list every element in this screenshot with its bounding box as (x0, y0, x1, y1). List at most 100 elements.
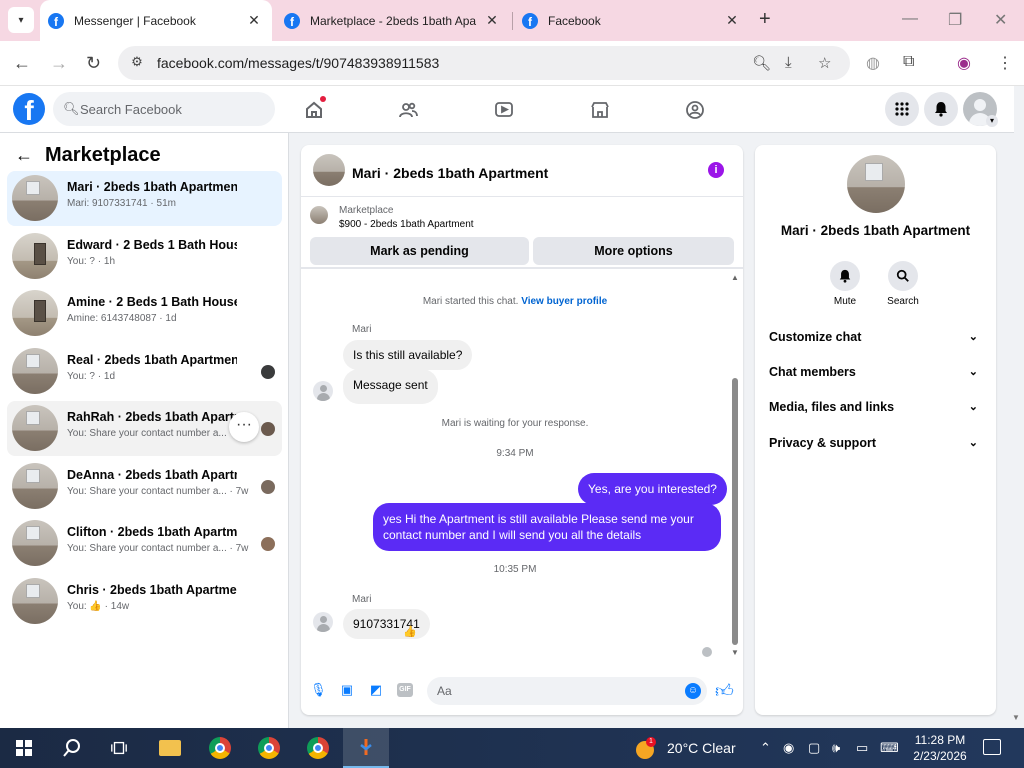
record-icon[interactable]: ◉ (783, 740, 794, 756)
system-clock[interactable]: 11:28 PM 2/23/2026 (905, 732, 975, 764)
chrome-icon[interactable] (295, 728, 341, 768)
search-icon[interactable] (49, 728, 95, 768)
minimize-icon[interactable]: — (902, 10, 918, 28)
tab-messenger[interactable]: f Messenger | Facebook ✕ (40, 0, 272, 41)
profile-icon[interactable]: ◉ (957, 53, 971, 73)
scrollbar[interactable]: ▲ ▼ (729, 273, 741, 657)
page-scroll-down-icon[interactable]: ▼ (1012, 713, 1020, 722)
file-explorer-icon[interactable] (147, 728, 193, 768)
listing-price-title[interactable]: $900 - 2beds 1bath Apartment (339, 219, 474, 230)
privacy-support-section[interactable]: Privacy & support ⌄ (761, 427, 990, 461)
conversation-item[interactable]: RahRah · 2beds 1bath Apartment You: Shar… (7, 401, 282, 456)
info-icon[interactable]: i (708, 162, 724, 178)
chevron-down-icon: ⌄ (968, 401, 978, 413)
notifications-bell-icon[interactable] (924, 92, 958, 126)
zoom-icon[interactable]: 🔍︎ (752, 54, 771, 72)
weather-text[interactable]: 20°C Clear (667, 740, 736, 756)
search-in-conversation-button[interactable]: Search (873, 261, 933, 307)
restore-icon[interactable]: ❐ (948, 10, 962, 30)
conversation-name: Clifton · 2beds 1bath Apartment (67, 525, 237, 539)
forward-icon[interactable]: → (50, 53, 68, 74)
view-buyer-profile-link[interactable]: View buyer profile (521, 296, 607, 307)
scroll-down-icon[interactable]: ▼ (731, 648, 739, 657)
tab-facebook[interactable]: f Facebook ✕ (514, 0, 750, 41)
media-files-links-section[interactable]: Media, files and links ⌄ (761, 391, 990, 425)
active-app-icon[interactable] (343, 728, 389, 768)
video-icon[interactable] (492, 98, 516, 122)
facebook-logo[interactable]: f (13, 93, 45, 125)
weather-icon[interactable]: 1 (634, 737, 658, 759)
microphone-icon[interactable]: 🎙︎ (310, 682, 327, 698)
search-label: Search (887, 296, 919, 307)
conversation-item[interactable]: Chris · 2beds 1bath Apartment You: 👍 · 1… (7, 574, 282, 629)
camera-icon[interactable]: ▢ (808, 740, 820, 756)
bookmark-star-icon[interactable]: ☆ (818, 54, 831, 72)
sticker-icon[interactable]: ◩ (368, 682, 384, 698)
facebook-favicon-icon: f (284, 12, 300, 29)
close-window-icon[interactable]: ✕ (994, 10, 1007, 30)
conversation-item[interactable]: Mari · 2beds 1bath Apartment Mari: 91073… (7, 171, 282, 226)
mark-as-pending-button[interactable]: Mark as pending (310, 237, 529, 265)
back-icon[interactable]: ← (13, 53, 31, 74)
mute-button[interactable]: Mute (815, 261, 875, 307)
chrome-icon[interactable] (197, 728, 243, 768)
notification-center-icon[interactable] (983, 739, 1001, 755)
conversation-item[interactable]: Edward · 2 Beds 1 Bath House You: ? · 1h (7, 229, 282, 284)
more-options-icon[interactable]: ··· (229, 412, 259, 442)
friends-icon[interactable] (396, 98, 420, 122)
chat-members-section[interactable]: Chat members ⌄ (761, 356, 990, 390)
conversation-item[interactable]: Amine · 2 Beds 1 Bath House Amine: 61437… (7, 286, 282, 341)
extensions-icon[interactable]: ⧉ (903, 53, 914, 71)
windows-start-icon[interactable] (16, 740, 32, 756)
task-view-icon[interactable] (96, 728, 142, 768)
gif-icon[interactable]: GIF (397, 683, 413, 697)
new-tab-icon[interactable]: + (759, 8, 771, 31)
chevron-down-icon[interactable]: ▾ (986, 115, 998, 127)
incoming-message: Message sent (343, 369, 438, 404)
seen-avatar (261, 422, 275, 436)
conversation-preview: You: Share your contact number a... · 7w (67, 486, 249, 497)
close-tab-icon[interactable]: ✕ (724, 12, 740, 29)
reload-icon[interactable]: ↻ (86, 53, 101, 74)
close-tab-icon[interactable]: ✕ (246, 12, 262, 29)
timestamp: 10:35 PM (493, 564, 537, 575)
facebook-search[interactable]: 🔍︎ Search Facebook (53, 92, 275, 126)
translate-icon[interactable]: ◍ (866, 53, 880, 73)
conversation-item[interactable]: Clifton · 2beds 1bath Apartment You: Sha… (7, 516, 282, 571)
marketplace-icon[interactable] (588, 98, 612, 122)
chat-started-text: Mari started this chat. (422, 296, 519, 307)
groups-icon[interactable] (683, 98, 707, 122)
sidebar-title: Marketplace (45, 144, 161, 166)
conversation-avatar[interactable] (847, 155, 905, 213)
photo-icon[interactable]: ▣ (339, 682, 355, 698)
emoji-icon[interactable]: ☺ (685, 683, 701, 699)
clock-date: 2/23/2026 (913, 749, 967, 763)
message-input[interactable] (427, 677, 707, 705)
url-text[interactable]: facebook.com/messages/t/907483938911583 (157, 55, 439, 71)
tab-search-button[interactable]: ▾ (8, 7, 34, 33)
scroll-up-icon[interactable]: ▲ (731, 273, 739, 282)
conversation-item[interactable]: Real · 2beds 1bath Apartment You: ? · 1d (7, 344, 282, 399)
network-icon[interactable]: ▭ (856, 740, 868, 756)
menu-grid-icon[interactable] (885, 92, 919, 126)
close-tab-icon[interactable]: ✕ (484, 12, 500, 29)
keyboard-icon[interactable]: ⌨ (880, 740, 899, 756)
tab-marketplace[interactable]: f Marketplace - 2beds 1bath Apa ✕ (276, 0, 510, 41)
more-options-button[interactable]: More options (533, 237, 734, 265)
scrollbar-thumb[interactable] (732, 378, 738, 645)
address-bar[interactable]: ⚙ facebook.com/messages/t/90748393891158… (118, 46, 850, 80)
site-info-icon[interactable]: ⚙ (128, 54, 146, 72)
search-icon: 🔍︎ (63, 101, 80, 116)
listing-thumbnail[interactable] (310, 206, 328, 224)
menu-icon[interactable]: ⋮ (997, 53, 1013, 73)
conversation-item[interactable]: DeAnna · 2beds 1bath Apartment You: Shar… (7, 459, 282, 514)
volume-icon[interactable]: 🕪︎ (832, 740, 840, 756)
chat-avatar[interactable] (313, 154, 345, 186)
customize-chat-section[interactable]: Customize chat ⌄ (761, 321, 990, 355)
back-arrow-icon[interactable]: ← (15, 145, 33, 166)
tray-chevron-icon[interactable]: ⌃ (760, 740, 771, 756)
chrome-icon[interactable] (246, 728, 292, 768)
install-app-icon[interactable]: ⤓ (785, 54, 792, 71)
thumbs-up-send-icon[interactable]: 👍︎ (715, 680, 734, 702)
chat-title[interactable]: Mari · 2beds 1bath Apartment (352, 165, 548, 181)
